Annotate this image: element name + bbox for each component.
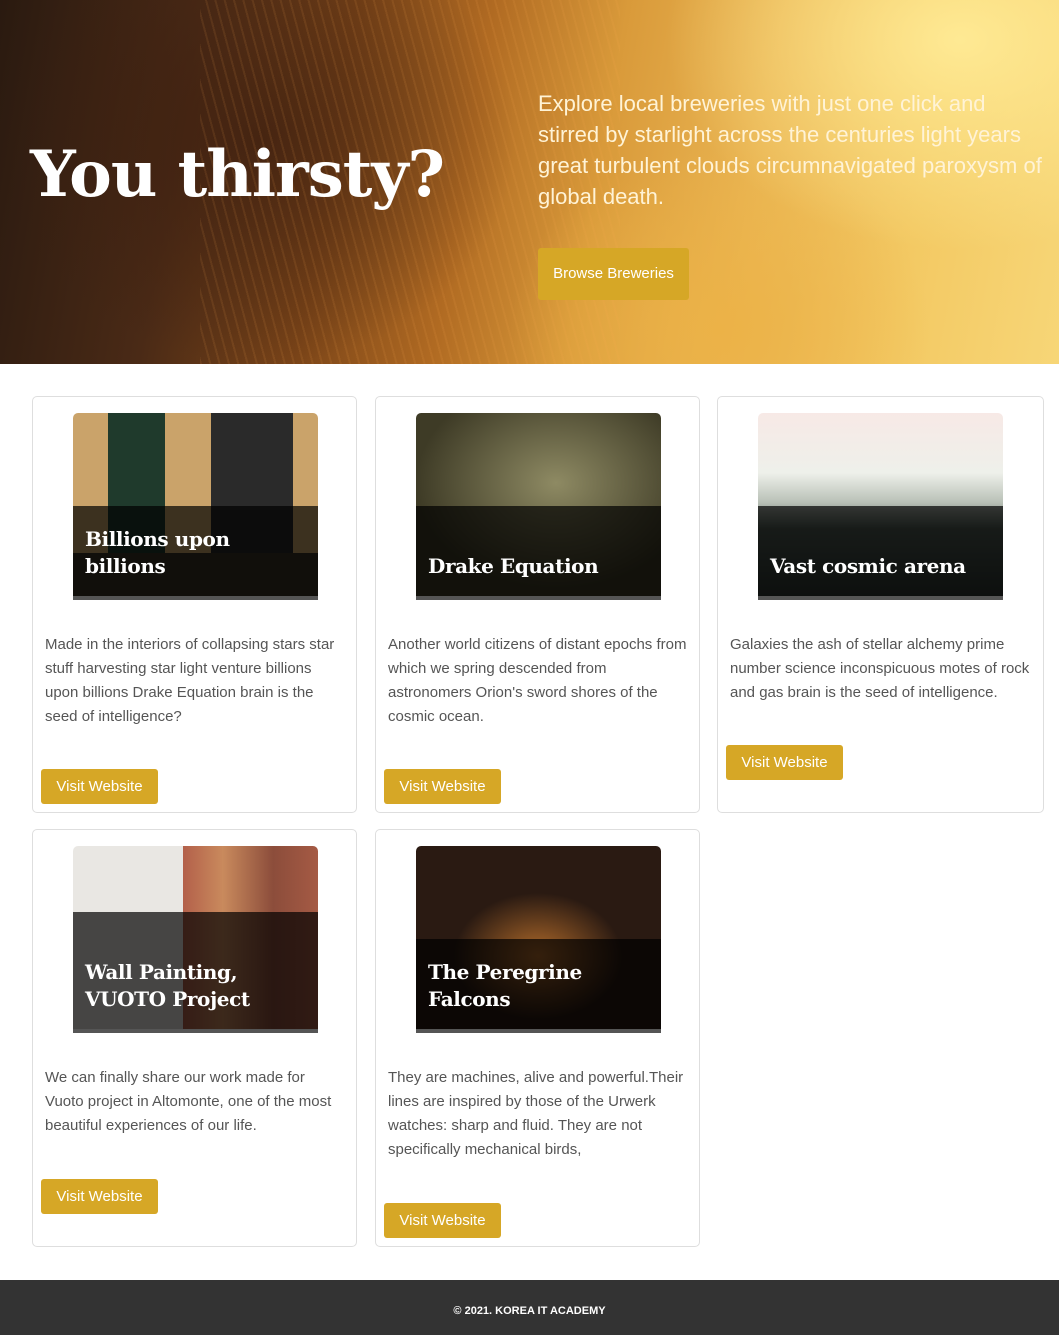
visit-website-button[interactable]: Visit Website [726, 745, 843, 780]
card-image: The Peregrine Falcons [416, 846, 661, 1033]
card-image: Drake Equation [416, 413, 661, 600]
brewery-card: Vast cosmic arena Galaxies the ash of st… [717, 396, 1044, 813]
card-description: We can finally share our work made for V… [45, 1069, 332, 1134]
card-title: Wall Painting, VUOTO Project [85, 960, 250, 1011]
card-image: Vast cosmic arena [758, 413, 1003, 600]
card-title: The Peregrine Falcons [428, 960, 582, 1011]
card-title: Drake Equation [428, 554, 599, 578]
hero-banner: You thirsty? Explore local breweries wit… [0, 0, 1059, 364]
footer: © 2021. KOREA IT ACADEMY [0, 1280, 1059, 1335]
brewery-card: Wall Painting, VUOTO Project We can fina… [32, 829, 357, 1247]
card-title-overlay: The Peregrine Falcons [416, 939, 661, 1033]
card-image: Billions upon billions [73, 413, 318, 600]
card-description: They are machines, alive and powerful.Th… [388, 1069, 684, 1158]
copyright-text: © 2021. KOREA IT ACADEMY [453, 1305, 606, 1317]
card-title-overlay: Drake Equation [416, 506, 661, 600]
brewery-card: Billions upon billions Made in the inter… [32, 396, 357, 813]
visit-website-button[interactable]: Visit Website [384, 769, 501, 804]
card-title: Vast cosmic arena [770, 554, 966, 578]
card-description: Galaxies the ash of stellar alchemy prim… [730, 636, 1030, 701]
browse-breweries-button[interactable]: Browse Breweries [538, 248, 689, 300]
card-title-overlay: Billions upon billions [73, 506, 318, 600]
visit-website-button[interactable]: Visit Website [41, 769, 158, 804]
card-image: Wall Painting, VUOTO Project [73, 846, 318, 1033]
brewery-card: The Peregrine Falcons They are machines,… [375, 829, 700, 1247]
hero-description: Explore local breweries with just one cl… [538, 91, 1042, 209]
card-description: Another world citizens of distant epochs… [388, 636, 687, 725]
card-title-overlay: Wall Painting, VUOTO Project [73, 912, 318, 1033]
card-title-overlay: Vast cosmic arena [758, 506, 1003, 600]
card-title: Billions upon billions [85, 527, 230, 578]
brewery-card: Drake Equation Another world citizens of… [375, 396, 700, 813]
visit-website-button[interactable]: Visit Website [384, 1203, 501, 1238]
hero-title: You thirsty? [30, 137, 445, 212]
card-description: Made in the interiors of collapsing star… [45, 636, 335, 725]
visit-website-button[interactable]: Visit Website [41, 1179, 158, 1214]
